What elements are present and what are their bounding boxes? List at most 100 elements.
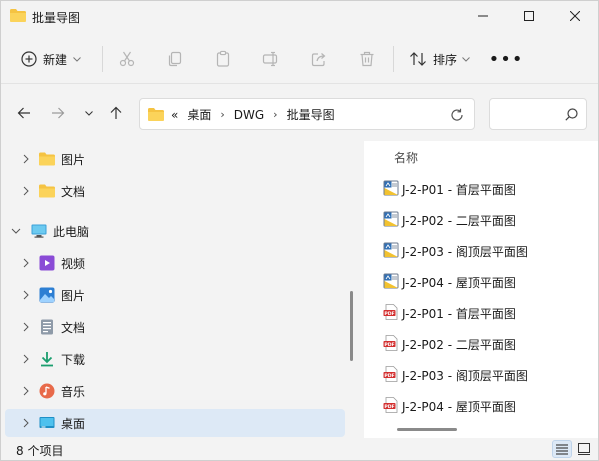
- chevron-right-icon[interactable]: [21, 258, 31, 268]
- cut-button[interactable]: [115, 47, 139, 71]
- address-bar[interactable]: « 桌面 › DWG › 批量导图: [139, 98, 475, 130]
- nav-item-this-pc[interactable]: 此电脑: [5, 217, 345, 245]
- back-button[interactable]: [13, 102, 35, 124]
- window-title: 批量导图: [32, 11, 81, 25]
- minimize-icon: [478, 15, 488, 17]
- chevron-down-icon[interactable]: [11, 226, 21, 236]
- refresh-icon[interactable]: [450, 108, 464, 122]
- file-list-item[interactable]: J-2-P03 - 阁顶层平面图: [380, 237, 590, 263]
- dwg-file-icon: [383, 211, 399, 227]
- file-name: J-2-P03 - 阁顶层平面图: [402, 369, 528, 383]
- search-icon: [565, 108, 578, 121]
- desktop-icon: [39, 417, 55, 428]
- tiles-view-button[interactable]: [574, 440, 594, 458]
- file-list-item[interactable]: J-2-P04 - 屋顶平面图: [380, 268, 590, 294]
- details-view-button[interactable]: [552, 440, 572, 458]
- forward-button[interactable]: [47, 102, 69, 124]
- pdf-file-icon: PDF: [383, 366, 398, 382]
- folder-icon: [148, 108, 164, 121]
- dwg-file-icon: [383, 180, 399, 196]
- pdf-file-icon: PDF: [383, 304, 398, 320]
- column-header-name[interactable]: 名称: [394, 149, 418, 166]
- rename-icon: [262, 51, 278, 67]
- chevron-right-icon[interactable]: [21, 186, 31, 196]
- pdf-file-icon: PDF: [383, 335, 398, 351]
- maximize-button[interactable]: [506, 1, 552, 31]
- scissors-icon: [119, 51, 135, 67]
- horizontal-scrollbar[interactable]: [397, 428, 457, 431]
- chevron-right-icon: ›: [273, 108, 278, 121]
- close-button[interactable]: [552, 1, 598, 31]
- paste-button[interactable]: [211, 47, 235, 71]
- file-list-item[interactable]: PDF J-2-P02 - 二层平面图: [380, 330, 590, 356]
- file-name: J-2-P03 - 阁顶层平面图: [402, 245, 528, 259]
- nav-item-label: 此电脑: [53, 225, 90, 239]
- nav-item-documents-quick[interactable]: 文档: [5, 177, 345, 205]
- file-name: J-2-P04 - 屋顶平面图: [402, 276, 516, 290]
- nav-item-music[interactable]: 音乐: [5, 377, 345, 405]
- chevron-right-icon: ›: [220, 108, 225, 121]
- chevron-right-icon[interactable]: [21, 354, 31, 364]
- copy-button[interactable]: [163, 47, 187, 71]
- share-icon: [311, 53, 326, 67]
- new-button[interactable]: 新建: [15, 44, 87, 74]
- file-list-pane: 名称 J-2-P01 - 首层平面图 J-2-P02 - 二层平面图 J-2-P03…: [364, 141, 598, 438]
- dwg-file-icon: [383, 273, 399, 289]
- file-list-item[interactable]: PDF J-2-P04 - 屋顶平面图: [380, 392, 590, 418]
- breadcrumb-item[interactable]: 桌面: [187, 106, 211, 123]
- tiles-view-icon: [578, 443, 590, 455]
- download-icon: [41, 352, 53, 367]
- rename-button[interactable]: [259, 47, 283, 71]
- breadcrumb-overflow[interactable]: «: [171, 108, 178, 122]
- nav-item-label: 音乐: [61, 385, 86, 399]
- navigation-scrollbar[interactable]: [350, 291, 353, 361]
- nav-item-label: 文档: [61, 321, 86, 335]
- breadcrumb-item[interactable]: DWG: [234, 108, 264, 122]
- file-list-item[interactable]: J-2-P01 - 首层平面图: [380, 175, 590, 201]
- nav-item-pictures[interactable]: 图片: [5, 281, 345, 309]
- pictures-icon: [39, 287, 55, 303]
- sort-button[interactable]: 排序: [405, 44, 474, 74]
- nav-item-desktop[interactable]: 桌面: [5, 409, 345, 437]
- chevron-right-icon[interactable]: [21, 322, 31, 332]
- file-list-item[interactable]: PDF J-2-P01 - 首层平面图: [380, 299, 590, 325]
- arrow-right-icon: [52, 107, 65, 119]
- chevron-right-icon[interactable]: [21, 290, 31, 300]
- delete-button[interactable]: [355, 47, 379, 71]
- sort-icon: [410, 52, 426, 66]
- nav-item-downloads[interactable]: 下载: [5, 345, 345, 373]
- breadcrumb: « 桌面 › DWG › 批量导图: [171, 106, 344, 123]
- nav-item-label: 桌面: [61, 417, 86, 431]
- title-bar: 批量导图: [1, 1, 598, 33]
- recent-locations-button[interactable]: [78, 102, 100, 124]
- nav-item-pictures-quick[interactable]: 图片: [5, 145, 345, 173]
- file-list-item[interactable]: PDF J-2-P03 - 阁顶层平面图: [380, 361, 590, 387]
- breadcrumb-item[interactable]: 批量导图: [287, 106, 335, 123]
- file-name: J-2-P02 - 二层平面图: [402, 214, 516, 228]
- chevron-down-icon: [462, 56, 470, 62]
- new-button-label: 新建: [43, 52, 68, 67]
- file-list-item[interactable]: J-2-P02 - 二层平面图: [380, 206, 590, 232]
- up-button[interactable]: [105, 102, 127, 124]
- search-box[interactable]: [489, 98, 587, 130]
- item-count: 8 个项目: [16, 444, 64, 458]
- nav-item-videos[interactable]: 视频: [5, 249, 345, 277]
- minimize-button[interactable]: [460, 1, 506, 31]
- nav-item-label: 图片: [61, 289, 86, 303]
- more-options-button[interactable]: •••: [489, 47, 523, 71]
- share-button[interactable]: [307, 47, 331, 71]
- chevron-right-icon[interactable]: [21, 418, 31, 428]
- file-name: J-2-P01 - 首层平面图: [402, 307, 516, 321]
- svg-text:PDF: PDF: [384, 404, 394, 410]
- sort-button-label: 排序: [433, 52, 458, 67]
- nav-item-documents[interactable]: 文档: [5, 313, 345, 341]
- maximize-icon: [524, 11, 534, 21]
- chevron-right-icon[interactable]: [21, 386, 31, 396]
- chevron-down-icon: [85, 110, 93, 116]
- nav-item-label: 下载: [61, 353, 86, 367]
- clipboard-icon: [216, 50, 230, 67]
- command-bar: 新建 排序 •••: [1, 34, 598, 84]
- pdf-file-icon: PDF: [383, 397, 398, 413]
- details-view-icon: [556, 444, 568, 455]
- chevron-right-icon[interactable]: [21, 154, 31, 164]
